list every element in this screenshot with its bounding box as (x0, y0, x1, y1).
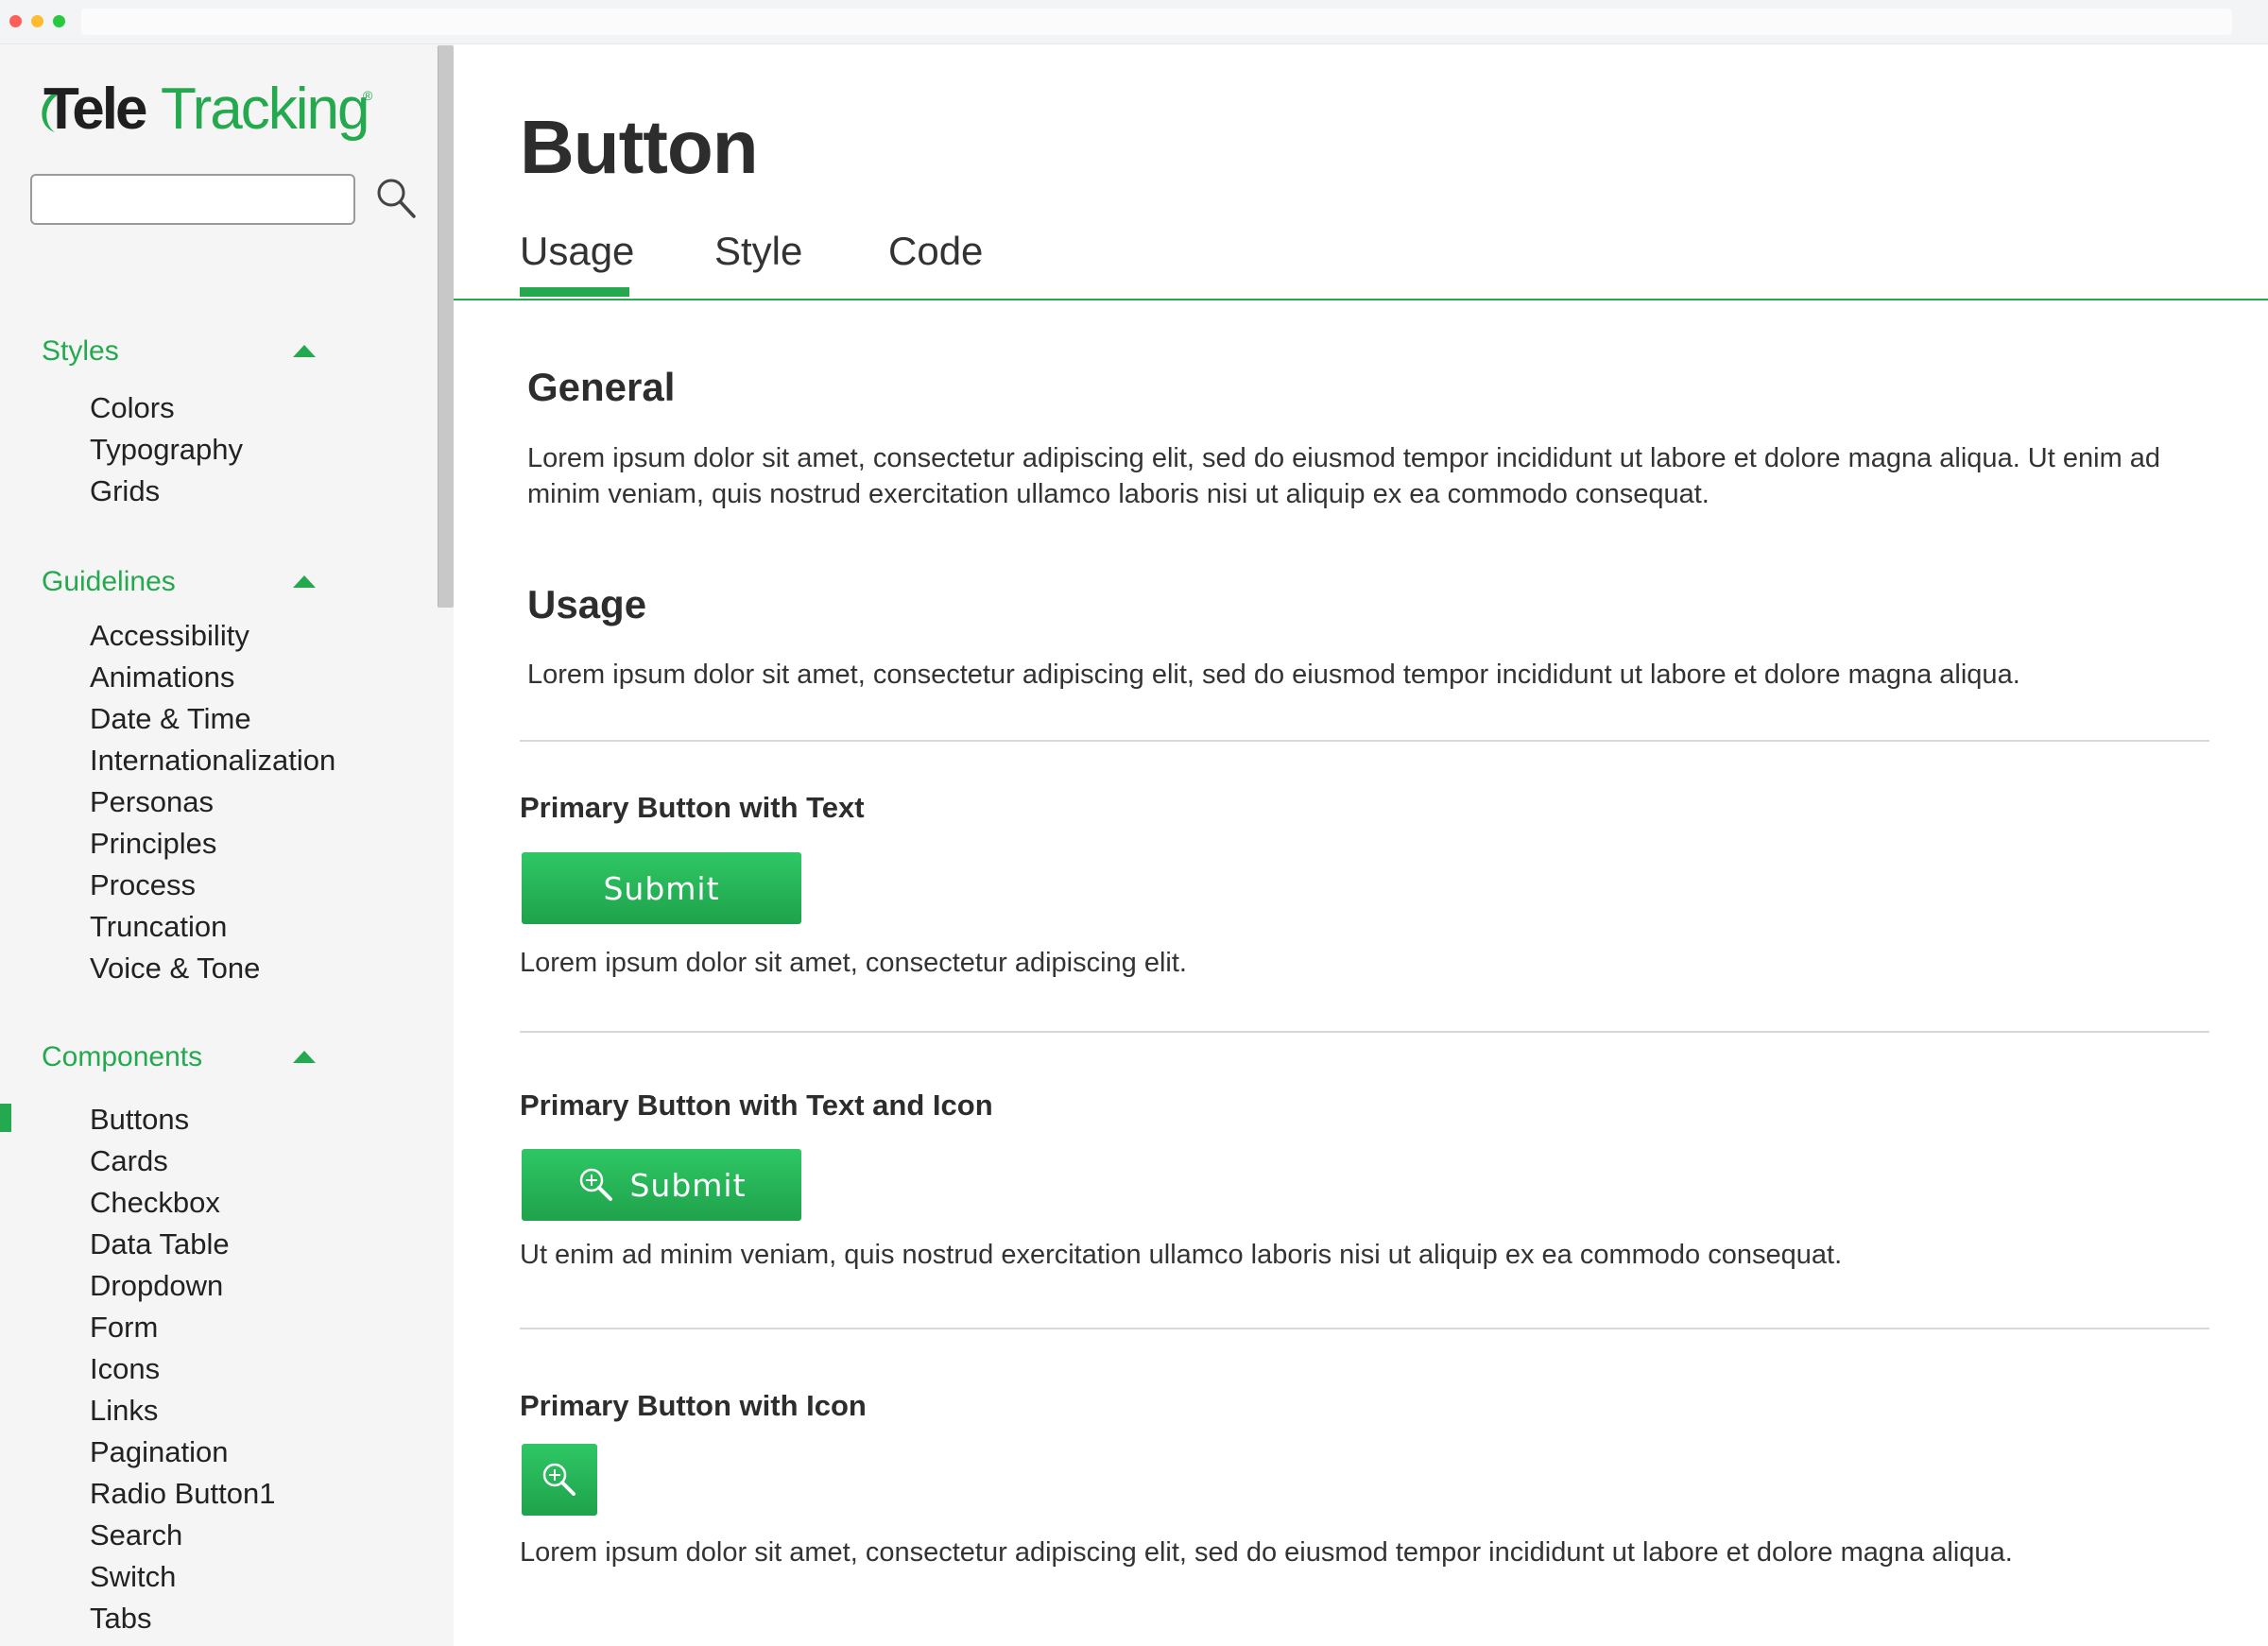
sidebar-item-process[interactable]: Process (90, 865, 196, 906)
sidebar-section-title: Guidelines (42, 566, 176, 597)
logo-registered-mark: ® (363, 88, 373, 103)
sidebar (0, 44, 454, 1646)
window-minimize-dot[interactable] (31, 15, 43, 27)
logo-text-tele: Tele (43, 77, 146, 142)
sidebar-item-cards[interactable]: Cards (90, 1140, 168, 1182)
browser-chrome (0, 0, 2268, 44)
usage-heading: Usage (527, 582, 647, 626)
sidebar-item-animations[interactable]: Animations (90, 657, 234, 698)
active-item-indicator (0, 1104, 11, 1132)
sidebar-section-guidelines[interactable]: Guidelines (42, 561, 325, 603)
sidebar-section-components[interactable]: Components (42, 1037, 325, 1078)
magnifier-plus-icon (576, 1165, 616, 1205)
sidebar-item-form[interactable]: Form (90, 1307, 158, 1348)
section-divider (520, 1328, 2209, 1329)
primary-submit-button[interactable]: Submit (522, 852, 801, 924)
sidebar-item-switch[interactable]: Switch (90, 1556, 176, 1598)
sidebar-item-checkbox[interactable]: Checkbox (90, 1182, 220, 1224)
search-icon[interactable] (374, 176, 418, 221)
button-label: Submit (629, 1166, 747, 1204)
sidebar-item-principles[interactable]: Principles (90, 823, 216, 865)
general-text: Lorem ipsum dolor sit amet, consectetur … (527, 443, 2161, 509)
triangle-up-icon (293, 1051, 316, 1063)
sidebar-item-colors[interactable]: Colors (90, 387, 175, 429)
triangle-up-icon (293, 345, 316, 357)
active-tab-indicator (520, 287, 629, 297)
sidebar-item-internationalization[interactable]: Internationalization (90, 740, 335, 781)
tab-code[interactable]: Code (888, 223, 983, 280)
window-close-dot[interactable] (9, 15, 22, 27)
window-maximize-dot[interactable] (53, 15, 65, 27)
sidebar-item-links[interactable]: Links (90, 1390, 158, 1432)
sidebar-item-date-time[interactable]: Date & Time (90, 698, 251, 740)
sidebar-section-title: Styles (42, 335, 119, 367)
section-divider (520, 1031, 2209, 1033)
tabs-divider (454, 299, 2268, 300)
example-description-text-and-icon: Ut enim ad minim veniam, quis nostrud ex… (520, 1240, 1843, 1270)
sidebar-item-typography[interactable]: Typography (90, 429, 243, 471)
page-title: Button (520, 105, 759, 189)
triangle-up-icon (293, 575, 316, 588)
primary-icon-button[interactable] (522, 1444, 597, 1516)
sidebar-search-input[interactable] (30, 174, 355, 225)
general-heading: General (527, 365, 676, 409)
example-title-text-and-icon: Primary Button with Text and Icon (520, 1089, 993, 1122)
tab-usage[interactable]: Usage (520, 223, 634, 280)
sidebar-item-data-table[interactable]: Data Table (90, 1224, 230, 1265)
button-label: Submit (603, 869, 720, 907)
sidebar-scrollbar[interactable] (438, 45, 454, 608)
sidebar-section-styles[interactable]: Styles (42, 331, 325, 372)
sidebar-item-tabs[interactable]: Tabs (90, 1598, 151, 1639)
sidebar-item-pagination[interactable]: Pagination (90, 1432, 229, 1473)
sidebar-item-voice-tone[interactable]: Voice & Tone (90, 948, 260, 989)
tab-style[interactable]: Style (714, 223, 802, 280)
sidebar-section-title: Components (42, 1041, 203, 1072)
sidebar-item-buttons[interactable]: Buttons (90, 1099, 189, 1140)
address-bar[interactable] (81, 9, 2232, 35)
sidebar-item-search[interactable]: Search (90, 1515, 182, 1556)
sidebar-item-grids[interactable]: Grids (90, 471, 160, 512)
teletracking-logo[interactable]: Tele Tracking ® (34, 62, 393, 147)
sidebar-item-personas[interactable]: Personas (90, 781, 214, 823)
primary-submit-icon-button[interactable]: Submit (522, 1149, 801, 1221)
sidebar-item-icons[interactable]: Icons (90, 1348, 160, 1390)
logo-text-tracking: Tracking (161, 77, 368, 142)
sidebar-item-accessibility[interactable]: Accessibility (90, 615, 249, 657)
usage-text: Lorem ipsum dolor sit amet, consectetur … (527, 660, 2020, 690)
sidebar-item-radio-button[interactable]: Radio Button1 (90, 1473, 275, 1515)
magnifier-plus-icon (540, 1460, 579, 1500)
example-description-text: Lorem ipsum dolor sit amet, consectetur … (520, 948, 1187, 978)
sidebar-item-truncation[interactable]: Truncation (90, 906, 227, 948)
example-title-icon: Primary Button with Icon (520, 1389, 867, 1422)
sidebar-item-dropdown[interactable]: Dropdown (90, 1265, 223, 1307)
example-description-icon: Lorem ipsum dolor sit amet, consectetur … (520, 1537, 2013, 1568)
section-divider (520, 740, 2209, 742)
example-title-text: Primary Button with Text (520, 791, 865, 824)
